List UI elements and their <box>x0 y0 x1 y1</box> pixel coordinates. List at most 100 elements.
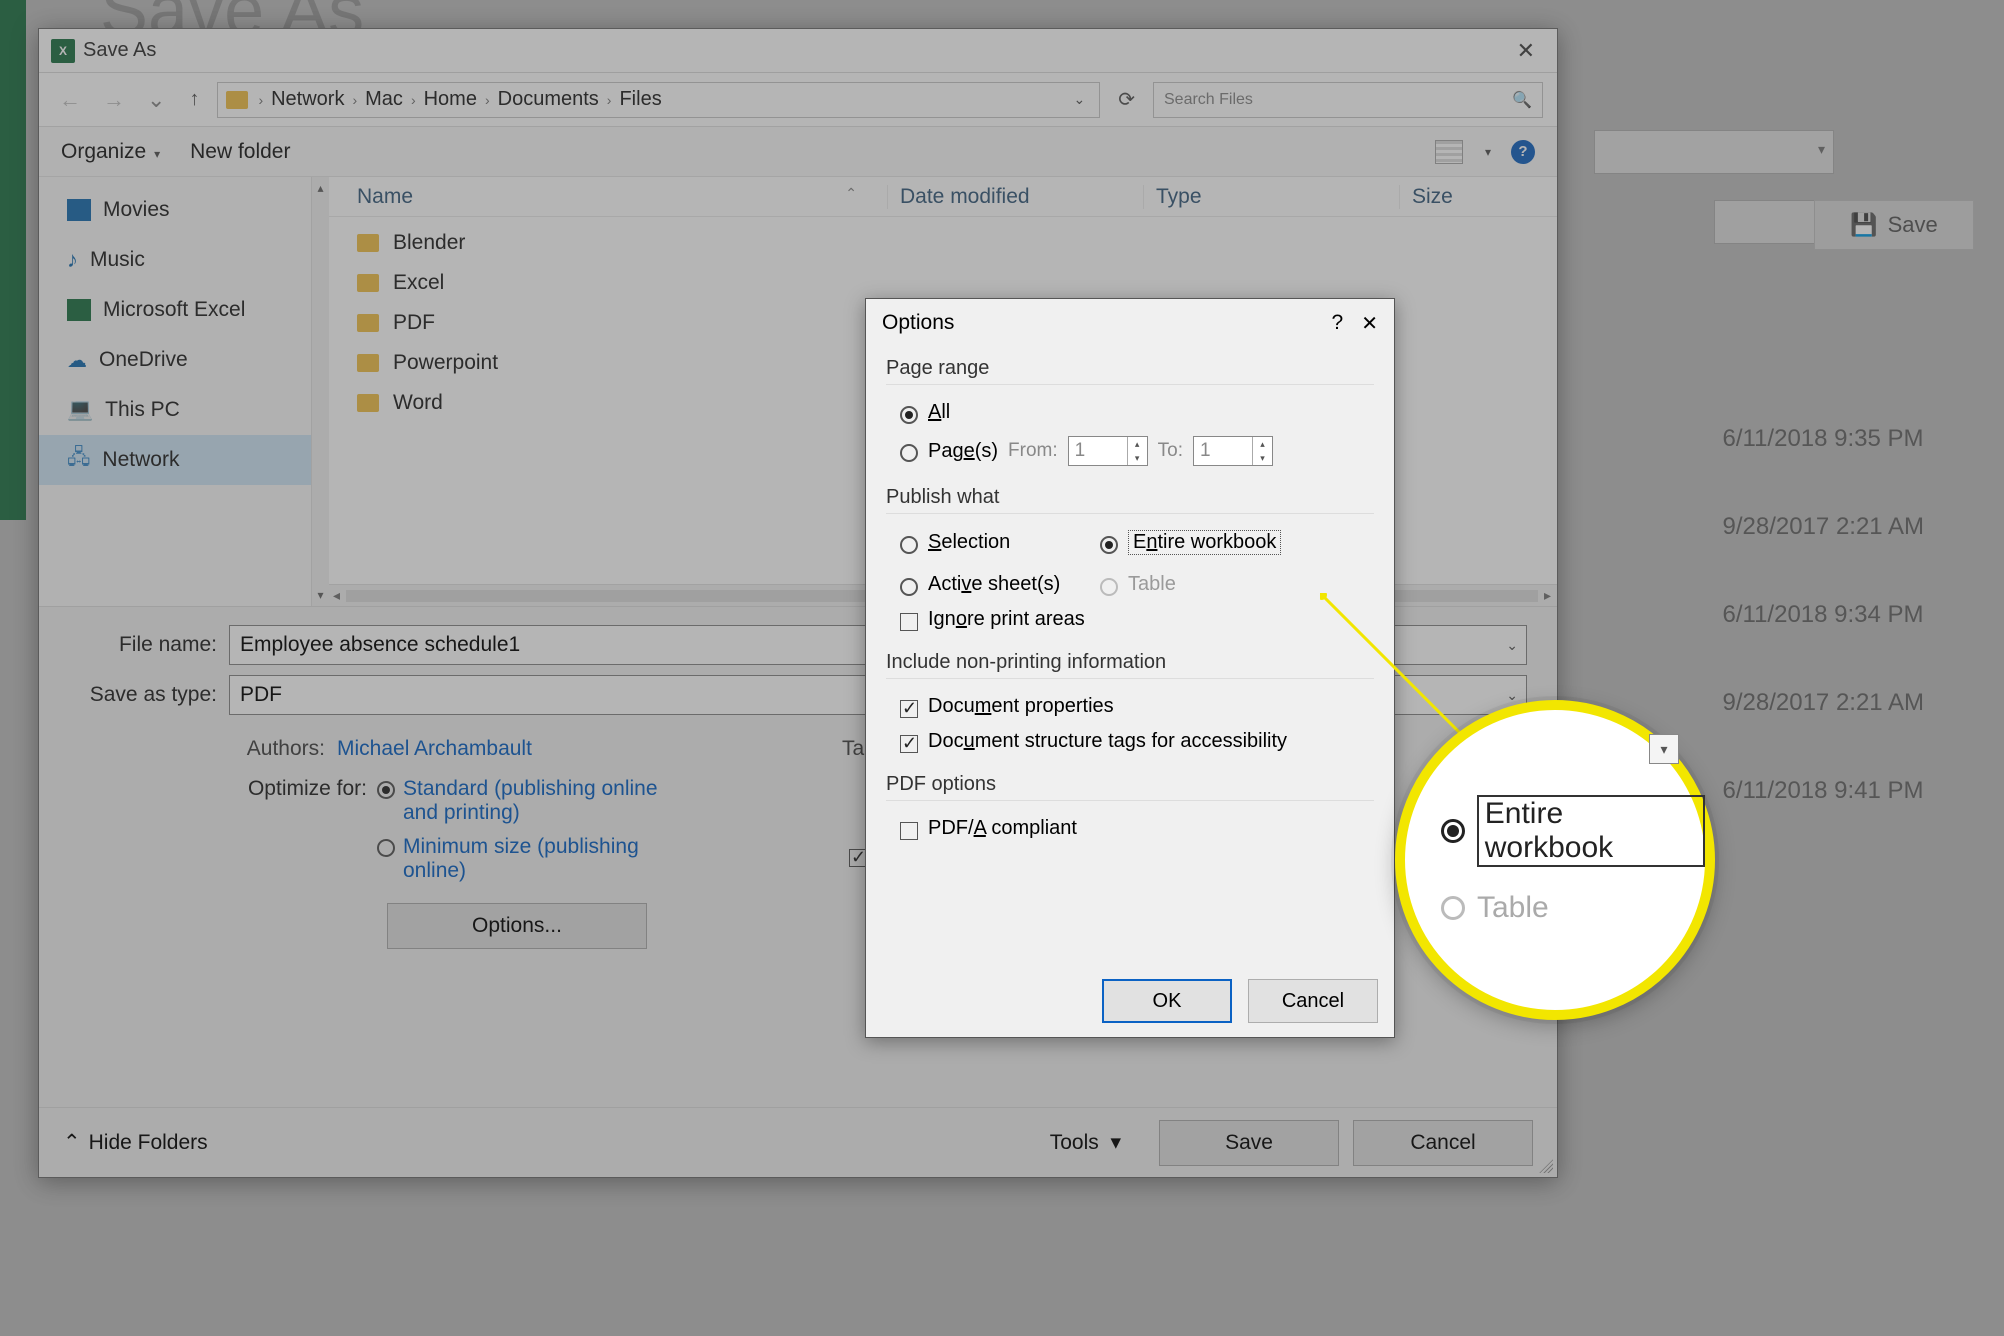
bg-dates-column: 6/11/2018 9:35 PM 9/28/2017 2:21 AM 6/11… <box>1723 395 1925 835</box>
pdfa-compliant-checkbox[interactable]: PDF/A compliant <box>886 811 1374 846</box>
folder-row[interactable]: Blender <box>327 223 1557 263</box>
page-range-pages-radio[interactable]: Page(s) From: 1▴▾ To: 1▴▾ <box>886 430 1374 472</box>
checkbox-label: Document structure tags for accessibilit… <box>928 730 1287 753</box>
publish-active-radio[interactable]: Active sheet(s) <box>900 567 1100 602</box>
cancel-button[interactable]: Cancel <box>1353 1120 1533 1166</box>
sidebar-item-onedrive[interactable]: ☁OneDrive <box>39 335 326 385</box>
forward-button[interactable]: → <box>97 83 131 117</box>
publish-selection-radio[interactable]: Selection <box>900 524 1100 561</box>
options-title: Options <box>882 311 954 335</box>
breadcrumb-sep: › <box>348 92 361 108</box>
chevron-down-icon[interactable]: ⌄ <box>1506 637 1518 654</box>
view-mode-button[interactable] <box>1435 140 1463 164</box>
ribbon-save-label: Save <box>1888 212 1938 238</box>
radio-icon <box>1441 819 1465 843</box>
save-button[interactable]: Save <box>1159 1120 1339 1166</box>
sidebar: Movies ♪Music Microsoft Excel ☁OneDrive … <box>39 177 327 606</box>
hide-folders-button[interactable]: ⌃Hide Folders <box>63 1130 208 1155</box>
ok-button[interactable]: OK <box>1102 979 1232 1023</box>
sidebar-label: Microsoft Excel <box>103 298 245 322</box>
column-headers: Name⌃ Date modified Type Size <box>327 177 1557 217</box>
up-button[interactable]: ↑ <box>181 84 207 115</box>
bg-date: 6/11/2018 9:41 PM <box>1723 747 1925 835</box>
tools-menu[interactable]: Tools ▾ <box>1050 1130 1121 1155</box>
radio-icon <box>377 839 395 857</box>
magnified-label: Table <box>1477 891 1549 925</box>
folder-row[interactable]: Excel <box>327 263 1557 303</box>
breadcrumb-item[interactable]: Home <box>420 88 481 111</box>
breadcrumb-item[interactable]: Mac <box>361 88 407 111</box>
doc-structure-tags-checkbox[interactable]: Document structure tags for accessibilit… <box>886 724 1374 759</box>
search-input[interactable]: Search Files 🔍 <box>1153 82 1543 118</box>
close-button[interactable]: ✕ <box>1361 311 1378 336</box>
breadcrumb-sep: › <box>603 92 616 108</box>
to-input[interactable]: 1▴▾ <box>1193 436 1273 466</box>
publish-what-label: Publish what <box>886 486 1374 514</box>
sidebar-scrollbar[interactable]: ▴▾ <box>311 177 329 606</box>
breadcrumb-item[interactable]: Documents <box>494 88 603 111</box>
authors-value[interactable]: Michael Archambault <box>337 737 532 761</box>
excel-backstage-strip <box>0 0 26 520</box>
titlebar: X Save As ✕ <box>39 29 1557 73</box>
radio-icon <box>1100 536 1118 554</box>
sidebar-item-music[interactable]: ♪Music <box>39 235 326 285</box>
new-folder-button[interactable]: New folder <box>190 140 290 164</box>
radio-label: Minimum size (publishing online) <box>403 835 663 883</box>
col-size[interactable]: Size <box>1399 185 1557 209</box>
page-range-all-radio[interactable]: AAllll <box>886 395 1374 430</box>
organize-button[interactable]: Organize ▾ <box>61 140 160 164</box>
sidebar-item-movies[interactable]: Movies <box>39 185 326 235</box>
ignore-print-areas-checkbox[interactable]: Ignore print areas <box>886 602 1374 637</box>
checkbox-icon <box>900 613 918 631</box>
sort-indicator: ⌃ <box>845 185 857 202</box>
optimize-standard-radio[interactable]: Standard (publishing online and printing… <box>377 777 663 825</box>
publish-entire-radio[interactable]: Entire workbook <box>1100 524 1374 561</box>
pc-icon: 💻 <box>67 398 93 422</box>
radio-label: AAllll <box>928 401 950 424</box>
sidebar-item-excel[interactable]: Microsoft Excel <box>39 285 326 335</box>
breadcrumb-sep: › <box>254 92 267 108</box>
refresh-button[interactable]: ⟳ <box>1110 83 1143 116</box>
breadcrumb-item[interactable]: Files <box>615 88 665 111</box>
col-date[interactable]: Date modified <box>887 185 1143 209</box>
page-range-label: Page range <box>886 357 1374 385</box>
include-label: Include non-printing information <box>886 651 1374 679</box>
col-name[interactable]: Name⌃ <box>327 185 887 209</box>
bg-date: 9/28/2017 2:21 AM <box>1723 483 1925 571</box>
back-button[interactable]: ← <box>53 83 87 117</box>
breadcrumb-item[interactable]: Network <box>267 88 348 111</box>
options-dialog: Options ? ✕ Page range AAllll Page(s) Fr… <box>865 298 1395 1038</box>
cancel-button[interactable]: Cancel <box>1248 979 1378 1023</box>
excel-icon <box>67 299 91 321</box>
sidebar-item-network[interactable]: 🖧Network <box>39 435 326 485</box>
chevron-down-icon[interactable]: ▾ <box>1485 145 1491 159</box>
sidebar-label: This PC <box>105 398 180 422</box>
resize-grip[interactable] <box>1539 1159 1553 1173</box>
sidebar-item-thispc[interactable]: 💻 This PC <box>39 385 326 435</box>
breadcrumb-dropdown[interactable]: ⌄ <box>1068 91 1092 108</box>
help-button[interactable]: ? <box>1332 311 1344 335</box>
folder-icon <box>357 234 379 252</box>
chevron-down-icon[interactable]: ⌄ <box>1506 687 1518 704</box>
doc-properties-checkbox[interactable]: Document properties <box>886 689 1374 724</box>
from-input[interactable]: 1▴▾ <box>1068 436 1148 466</box>
breadcrumb-sep: › <box>481 92 494 108</box>
folder-name: Powerpoint <box>393 351 498 375</box>
music-icon: ♪ <box>67 247 78 273</box>
help-button[interactable]: ? <box>1511 140 1535 164</box>
radio-label: Active sheet(s) <box>928 573 1060 596</box>
movie-icon <box>67 199 91 221</box>
options-button[interactable]: Options... <box>387 903 647 949</box>
radio-label: Entire workbook <box>1128 530 1281 555</box>
close-button[interactable]: ✕ <box>1507 34 1545 68</box>
optimize-minimum-radio[interactable]: Minimum size (publishing online) <box>377 835 663 883</box>
radio-label: Standard (publishing online and printing… <box>403 777 663 825</box>
radio-label: Selection <box>928 531 1010 554</box>
breadcrumb[interactable]: › Network › Mac › Home › Documents › Fil… <box>217 82 1100 118</box>
optimize-label: Optimize for: <box>69 777 377 801</box>
recent-locations[interactable]: ⌄ <box>141 83 171 117</box>
checkbox-icon <box>900 822 918 840</box>
folder-icon <box>357 274 379 292</box>
col-type[interactable]: Type <box>1143 185 1399 209</box>
savetype-value: PDF <box>240 683 282 707</box>
